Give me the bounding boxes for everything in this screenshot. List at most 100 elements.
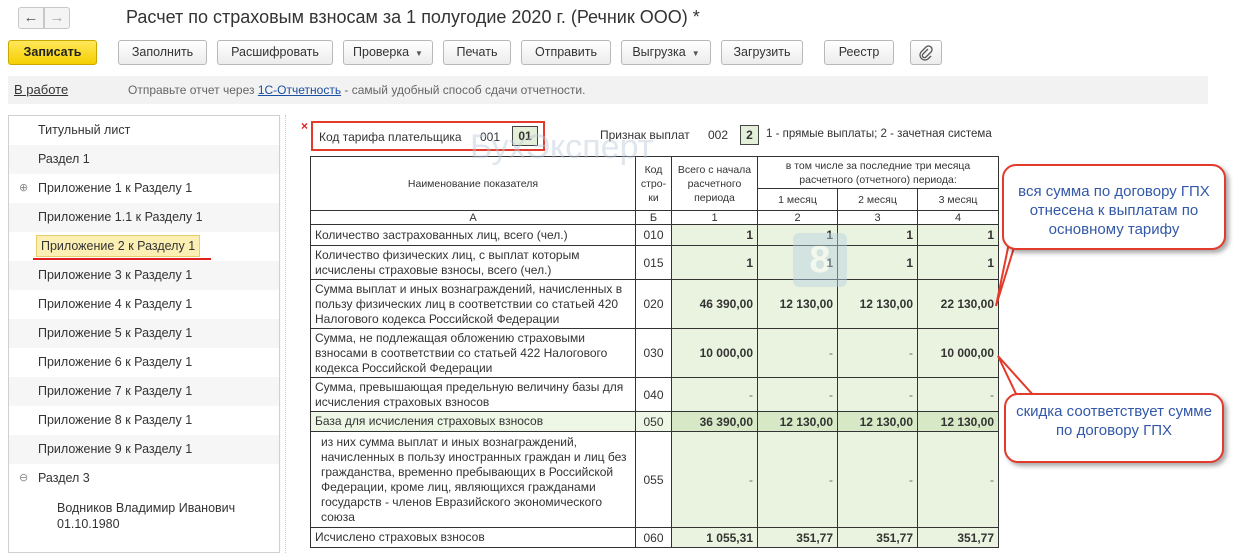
sidebar-item-label: Приложение 8 к Разделу 1	[38, 413, 193, 427]
toolbar: Записать Заполнить Расшифровать Проверка…	[0, 40, 1233, 68]
sidebar-item-label: Приложение 1.1 к Разделу 1	[38, 210, 203, 224]
sidebar-item-section-3[interactable]: ⊖ Раздел 3	[9, 464, 279, 493]
sidebar-item-title-page[interactable]: Титульный лист	[9, 116, 279, 145]
fill-button[interactable]: Заполнить	[118, 40, 207, 65]
check-button[interactable]: Проверка ▼	[343, 40, 433, 65]
value-cell[interactable]: -	[837, 377, 918, 412]
value-cell[interactable]: 36 390,00	[671, 411, 758, 432]
value-cell[interactable]: 12 130,00	[837, 279, 918, 329]
value-cell[interactable]: -	[757, 377, 838, 412]
reporting-service-link[interactable]: 1С-Отчетность	[258, 83, 341, 97]
status-state-link[interactable]: В работе	[14, 82, 68, 97]
value-cell[interactable]: 351,77	[837, 527, 918, 548]
watermark-text: БухЭксперт	[470, 128, 654, 166]
sidebar-item-appendix-8[interactable]: Приложение 8 к Разделу 1	[9, 406, 279, 435]
value-cell[interactable]: 1	[916, 224, 1000, 246]
table-row-020: Сумма выплат и иных вознаграждений, начи…	[310, 279, 1000, 329]
expand-icon[interactable]: ⊕	[19, 181, 28, 194]
attach-button[interactable]	[910, 40, 942, 65]
collapse-icon[interactable]: ⊖	[19, 471, 28, 484]
index-cell: 4	[916, 210, 1000, 225]
sidebar-item-appendix-1[interactable]: ⊕ Приложение 1 к Разделу 1	[9, 174, 279, 203]
person-name: Водников Владимир Иванович	[57, 501, 236, 515]
title-bar: ← → Расчет по страховым взносам за 1 пол…	[0, 0, 1233, 36]
row-name: Количество застрахованных лиц, всего (че…	[310, 224, 636, 246]
index-cell: 3	[837, 210, 918, 225]
report-sections-sidebar: Титульный лист Раздел 1 ⊕ Приложение 1 к …	[8, 115, 280, 553]
value-cell[interactable]: -	[837, 431, 918, 528]
value-cell[interactable]: 1	[837, 245, 918, 280]
sidebar-item-appendix-2[interactable]: Приложение 2 к Разделу 1	[9, 232, 279, 261]
sidebar-item-appendix-1-1[interactable]: Приложение 1.1 к Разделу 1	[9, 203, 279, 232]
value-cell[interactable]: 351,77	[916, 527, 1000, 548]
value-cell[interactable]: 1	[671, 245, 758, 280]
row-code: 010	[635, 224, 672, 246]
value-cell[interactable]: 1	[837, 224, 918, 246]
row-code: 060	[635, 527, 672, 548]
sidebar-item-section-1[interactable]: Раздел 1	[9, 145, 279, 174]
sidebar-item-label: Раздел 3	[38, 471, 90, 485]
value-cell[interactable]: 351,77	[757, 527, 838, 548]
table-row-015: Количество физических лиц, с выплат кото…	[310, 245, 1000, 280]
value-cell[interactable]: 12 130,00	[757, 411, 838, 432]
value-cell[interactable]: -	[837, 328, 918, 378]
save-button[interactable]: Записать	[8, 40, 97, 65]
export-dropdown-icon: ▼	[691, 49, 700, 58]
header-total: Всего с начала расчетного периода	[671, 156, 758, 211]
sidebar-item-appendix-7[interactable]: Приложение 7 к Разделу 1	[9, 377, 279, 406]
callout-discount: скидка соответствует сумме по договору Г…	[1004, 393, 1224, 463]
payment-sign-note: 1 - прямые выплаты; 2 - зачетная система	[766, 128, 992, 140]
value-cell[interactable]: -	[671, 431, 758, 528]
status-message-before: Отправьте отчет через	[128, 83, 258, 97]
status-bar: В работе Отправьте отчет через 1С-Отчетн…	[8, 76, 1208, 104]
table-row-010: Количество застрахованных лиц, всего (че…	[310, 224, 1000, 246]
value-cell[interactable]: 12 130,00	[837, 411, 918, 432]
value-cell[interactable]: -	[757, 431, 838, 528]
sidebar-item-person[interactable]: Водников Владимир Иванович 01.10.1980	[57, 500, 235, 532]
value-cell[interactable]: 22 130,00	[916, 279, 1000, 329]
index-cell: 2	[757, 210, 838, 225]
value-cell[interactable]: 12 130,00	[916, 411, 1000, 432]
row-code: 050	[635, 411, 672, 432]
sidebar-item-appendix-4[interactable]: Приложение 4 к Разделу 1	[9, 290, 279, 319]
value-cell[interactable]: 1	[916, 245, 1000, 280]
sidebar-item-label: Приложение 7 к Разделу 1	[38, 384, 193, 398]
status-message-after: - самый удобный способ сдачи отчетности.	[341, 83, 586, 97]
sidebar-item-label: Приложение 3 к Разделу 1	[38, 268, 193, 282]
decode-button[interactable]: Расшифровать	[217, 40, 333, 65]
send-button[interactable]: Отправить	[521, 40, 611, 65]
panel-splitter[interactable]	[285, 115, 289, 553]
sidebar-item-appendix-3[interactable]: Приложение 3 к Разделу 1	[9, 261, 279, 290]
row-code: 020	[635, 279, 672, 329]
value-cell[interactable]: -	[671, 377, 758, 412]
value-cell[interactable]: 1	[671, 224, 758, 246]
sidebar-item-appendix-9[interactable]: Приложение 9 к Разделу 1	[9, 435, 279, 464]
value-cell[interactable]: -	[916, 431, 1000, 528]
check-dropdown-icon: ▼	[415, 49, 423, 58]
sidebar-item-label: Приложение 9 к Разделу 1	[38, 442, 193, 456]
forward-arrow-icon[interactable]: →	[44, 7, 70, 29]
sidebar-item-appendix-6[interactable]: Приложение 6 к Разделу 1	[9, 348, 279, 377]
window-title: Расчет по страховым взносам за 1 полугод…	[126, 7, 700, 27]
row-name: Сумма, не подлежащая обложению страховым…	[310, 328, 636, 378]
registry-button[interactable]: Реестр	[824, 40, 894, 65]
load-button[interactable]: Загрузить	[721, 40, 803, 65]
person-birthdate: 01.10.1980	[57, 517, 120, 531]
row-name: Исчислено страховых взносов	[310, 527, 636, 548]
value-cell[interactable]: 10 000,00	[671, 328, 758, 378]
value-cell[interactable]: -	[916, 377, 1000, 412]
value-cell[interactable]: 1 055,31	[671, 527, 758, 548]
sidebar-item-label: Приложение 5 к Разделу 1	[38, 326, 193, 340]
payment-sign-field[interactable]: 2	[740, 125, 759, 145]
print-button[interactable]: Печать	[443, 40, 511, 65]
sidebar-item-appendix-5[interactable]: Приложение 5 к Разделу 1	[9, 319, 279, 348]
value-cell[interactable]: 10 000,00	[916, 328, 1000, 378]
status-message: Отправьте отчет через 1С-Отчетность - са…	[128, 83, 585, 97]
back-arrow-icon[interactable]: ←	[18, 7, 44, 29]
row-code: 030	[635, 328, 672, 378]
value-cell[interactable]: -	[757, 328, 838, 378]
paperclip-icon	[919, 45, 933, 61]
watermark-logo: 8	[793, 233, 847, 287]
export-button[interactable]: Выгрузка ▼	[621, 40, 711, 65]
value-cell[interactable]: 46 390,00	[671, 279, 758, 329]
